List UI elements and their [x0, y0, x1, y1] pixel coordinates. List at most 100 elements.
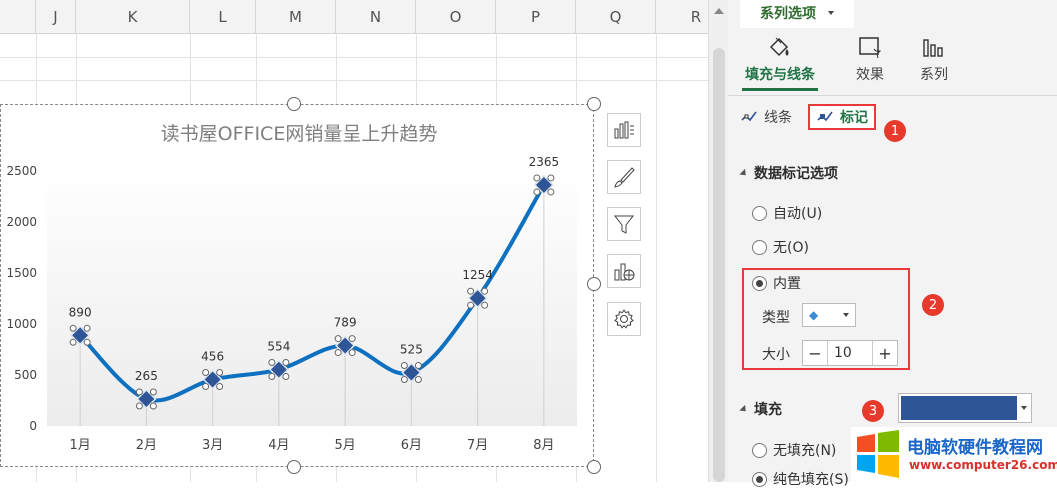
collapse-arrow-icon: [739, 168, 749, 178]
column-header-m[interactable]: M: [256, 0, 336, 34]
marker-type-select[interactable]: ◆: [802, 303, 856, 327]
radio-solid-fill-label: 纯色填充(S): [773, 472, 849, 488]
scroll-up-arrow-icon[interactable]: [714, 8, 724, 14]
funnel-icon: [613, 215, 635, 234]
selection-handle: [467, 301, 475, 309]
radio-auto[interactable]: 自动(U): [752, 203, 822, 223]
chevron-down-icon: [828, 11, 834, 15]
data-point-marker: [533, 174, 555, 196]
tab-series-label: 系列: [920, 67, 948, 83]
column-header-n[interactable]: N: [336, 0, 416, 34]
scroll-thumb[interactable]: [713, 48, 725, 482]
column-header-partial[interactable]: [0, 0, 36, 34]
spreadsheet-area[interactable]: J K L M N O P Q R 读书屋OFFICE网销量呈上升趋势 0 500…: [0, 0, 708, 482]
annotation-badge-2: 2: [922, 294, 944, 316]
x-tick-label: 5月: [334, 438, 355, 453]
chart-globe-icon: [614, 263, 635, 281]
resize-handle-bottom-right[interactable]: [587, 460, 601, 474]
chart-settings-button[interactable]: [607, 302, 641, 336]
data-label: 789: [334, 316, 357, 330]
radio-button[interactable]: [752, 442, 767, 458]
radio-none[interactable]: 无(O): [752, 237, 809, 257]
column-header-j[interactable]: J: [36, 0, 76, 34]
fill-color-picker[interactable]: [898, 393, 1032, 423]
subtab-marker[interactable]: 标记: [808, 104, 876, 130]
selection-handle: [348, 335, 356, 343]
chart-styles-button[interactable]: [607, 160, 641, 194]
tab-series[interactable]: 系列: [904, 32, 964, 84]
selection-handle: [282, 359, 290, 367]
radio-no-fill[interactable]: 无填充(N): [752, 440, 836, 460]
x-tick-label: 6月: [401, 438, 422, 453]
selection-handle: [334, 335, 342, 343]
series-options-dropdown[interactable]: 系列选项: [740, 0, 854, 28]
tab-effects[interactable]: 效果: [840, 32, 900, 84]
tab-fill-line[interactable]: 填充与线条: [742, 32, 818, 84]
marker-option-icon: [817, 111, 833, 122]
radio-button[interactable]: [752, 205, 767, 221]
x-tick-label: 3月: [202, 438, 223, 453]
fill-section-header[interactable]: 填充: [739, 399, 782, 419]
line-chart: 读书屋OFFICE网销量呈上升趋势 0 500 1000 1500 2000 2500 1…: [6, 123, 577, 453]
radio-button-selected[interactable]: [752, 275, 767, 291]
chart-title[interactable]: 读书屋OFFICE网销量呈上升趋势: [161, 123, 438, 145]
data-point-marker: [334, 335, 356, 357]
chart-elements-icon: [614, 121, 634, 139]
selection-handle: [481, 301, 489, 309]
marker-options-header[interactable]: 数据标记选项: [739, 163, 838, 183]
column-header-q[interactable]: Q: [576, 0, 656, 34]
selection-handle: [149, 388, 157, 396]
column-header-o[interactable]: O: [416, 0, 496, 34]
column-header-l[interactable]: L: [190, 0, 256, 34]
selection-handle: [533, 188, 541, 196]
selection-handle: [334, 349, 342, 357]
data-point-marker: [400, 361, 422, 383]
column-header-k[interactable]: K: [76, 0, 190, 34]
diamond-marker-icon: ◆: [809, 308, 819, 322]
resize-handle-top[interactable]: [287, 97, 301, 111]
x-tick-label: 1月: [69, 438, 90, 453]
resize-handle-top-right[interactable]: [587, 97, 601, 111]
data-label: 554: [267, 340, 290, 354]
y-tick-label: 1500: [6, 266, 37, 280]
increment-button[interactable]: +: [873, 344, 897, 363]
collapse-arrow-icon: [739, 404, 749, 414]
column-header-p[interactable]: P: [496, 0, 576, 34]
selection-handle: [69, 324, 77, 332]
radio-builtin-label: 内置: [773, 276, 801, 292]
selection-handle: [414, 375, 422, 383]
chart-elements-button[interactable]: [607, 113, 641, 147]
x-tick-label: 7月: [467, 438, 488, 453]
radio-button-selected[interactable]: [752, 471, 767, 487]
tab-effects-label: 效果: [856, 67, 884, 83]
chart-filters-button[interactable]: [607, 207, 641, 241]
radio-button[interactable]: [752, 239, 767, 255]
radio-solid-fill[interactable]: 纯色填充(S): [752, 469, 849, 489]
y-tick-label: 1000: [6, 317, 37, 331]
selection-handle: [400, 375, 408, 383]
chart-insert-button[interactable]: [607, 254, 641, 288]
fill-section-title: 填充: [754, 402, 782, 418]
x-tick-label: 2月: [136, 438, 157, 453]
selection-handle: [547, 188, 555, 196]
y-tick-label: 2000: [6, 215, 37, 229]
marker-options-title: 数据标记选项: [754, 166, 838, 182]
format-series-pane: 系列选项 填充与线条 效果 系列 线条 标记 1 数据标记选项 自动(U) 无(…: [728, 0, 1057, 488]
column-header-r[interactable]: R: [656, 0, 708, 34]
decrement-button[interactable]: −: [803, 344, 827, 363]
watermark-title: 电脑软硬件教程网: [907, 438, 1043, 458]
resize-handle-right[interactable]: [587, 277, 601, 291]
chart-area[interactable]: 读书屋OFFICE网销量呈上升趋势 0 500 1000 1500 2000 2500 1…: [0, 97, 601, 474]
vertical-scrollbar[interactable]: [708, 0, 728, 482]
watermark-url: www.computer26.com: [909, 458, 1057, 472]
radio-builtin[interactable]: 内置: [752, 273, 801, 293]
subtab-line[interactable]: 线条: [740, 104, 792, 130]
marker-size-stepper[interactable]: − 10 +: [802, 340, 898, 366]
brush-icon: [614, 167, 635, 188]
marker-size-input[interactable]: 10: [827, 341, 873, 365]
data-label: 456: [201, 350, 224, 364]
resize-handle-bottom[interactable]: [287, 460, 301, 474]
windows-logo-icon: [857, 430, 899, 478]
grid-line: [656, 34, 657, 482]
gear-icon: [614, 309, 634, 329]
